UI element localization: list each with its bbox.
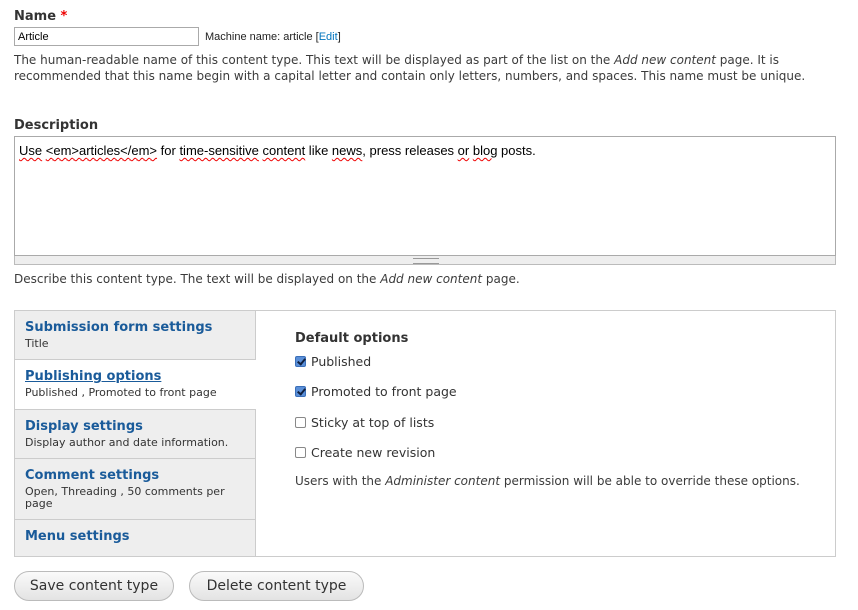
vtab-comment-settings[interactable]: Comment settings Open, Threading , 50 co…: [15, 459, 255, 520]
options-help-text-1: Users with the: [295, 474, 386, 488]
vtab-submission-form-settings[interactable]: Submission form settings Title: [15, 311, 255, 360]
name-help-text-2: page. It is: [715, 53, 780, 67]
machine-name-text: Machine name: article [: [205, 31, 319, 43]
description-text-segment: news: [331, 143, 363, 158]
vtab-publishing-options[interactable]: Publishing options Published , Promoted …: [15, 360, 256, 410]
description-text-segment: content: [262, 143, 306, 158]
checkbox-promoted[interactable]: Promoted to front page: [295, 384, 457, 399]
vtab-title: Menu settings: [25, 529, 130, 544]
description-text-segment: , press releases: [362, 143, 458, 158]
description-label: Description: [14, 118, 99, 133]
vtab-summary: Display author and date information.: [25, 436, 229, 449]
checkbox-label: Sticky at top of lists: [311, 415, 435, 430]
checkbox-box[interactable]: [295, 447, 306, 458]
description-text-segment: <em>articles</em>: [45, 143, 158, 158]
vertical-tabs: Submission form settings Title Publishin…: [14, 310, 836, 557]
description-text-segment: or: [457, 143, 470, 158]
vtab-title: Publishing options: [25, 369, 162, 384]
description-text-segment: Use: [19, 143, 43, 158]
textarea-resize-grip[interactable]: [14, 256, 836, 265]
description-text-segment: for: [157, 143, 180, 158]
name-help-text-1: The human-readable name of this content …: [14, 53, 615, 67]
checkbox-label: Published: [311, 354, 372, 369]
checkbox-label: Create new revision: [311, 445, 436, 460]
machine-name-edit-link[interactable]: Edit: [319, 31, 338, 43]
vtab-title: Submission form settings: [25, 320, 213, 335]
name-label-text: Name: [14, 9, 57, 24]
description-help: Describe this content type. The text wil…: [14, 271, 520, 287]
checkbox-box[interactable]: [295, 356, 306, 367]
checkbox-sticky[interactable]: Sticky at top of lists: [295, 415, 434, 430]
vtab-summary: Open, Threading , 50 comments per page: [25, 485, 225, 510]
checkbox-box[interactable]: [295, 417, 306, 428]
checkbox-create-revision[interactable]: Create new revision: [295, 445, 435, 460]
checkbox-published[interactable]: Published: [295, 354, 371, 369]
machine-name-bracket: ]: [337, 31, 341, 43]
vtab-menu-settings[interactable]: Menu settings: [15, 520, 255, 556]
name-help-em: Add new content: [614, 53, 716, 67]
checkbox-box[interactable]: [295, 386, 306, 397]
save-content-type-button[interactable]: Save content type: [14, 571, 174, 601]
options-help-em: Administer content: [385, 474, 501, 488]
vtab-display-settings[interactable]: Display settings Display author and date…: [15, 410, 255, 459]
vertical-tab-list: Submission form settings Title Publishin…: [15, 311, 256, 556]
name-input[interactable]: [14, 27, 199, 46]
vtab-summary: Published , Promoted to front page: [25, 386, 217, 399]
checkbox-label: Promoted to front page: [311, 384, 457, 399]
description-text-segment: posts.: [497, 143, 536, 158]
default-options-help: Users with the Administer content permis…: [295, 474, 800, 488]
description-text-segment: like: [305, 143, 332, 158]
name-help: The human-readable name of this content …: [14, 52, 844, 84]
machine-name: Machine name: article [Edit]: [205, 31, 341, 43]
description-textarea[interactable]: Use <em>articles</em> for time-sensitive…: [14, 136, 836, 256]
vtab-title: Display settings: [25, 419, 143, 434]
publishing-options-pane: Default options Published Promoted to fr…: [295, 331, 815, 488]
vtab-title: Comment settings: [25, 468, 160, 483]
description-help-text-1: Describe this content type. The text wil…: [14, 272, 381, 286]
default-options-title: Default options: [295, 331, 409, 346]
name-label: Name *: [14, 9, 67, 24]
delete-content-type-button[interactable]: Delete content type: [189, 571, 364, 601]
vtab-summary: Title: [25, 337, 49, 350]
description-help-text-2: page.: [482, 272, 520, 286]
description-text-segment: blog: [472, 143, 498, 158]
description-text-segment: time-sensitive: [179, 143, 259, 158]
name-help-line-2: recommended that this name begin with a …: [14, 69, 806, 83]
options-help-text-2: permission will be able to override thes…: [500, 474, 800, 488]
description-help-em: Add new content: [380, 272, 483, 286]
required-mark: *: [60, 9, 68, 24]
